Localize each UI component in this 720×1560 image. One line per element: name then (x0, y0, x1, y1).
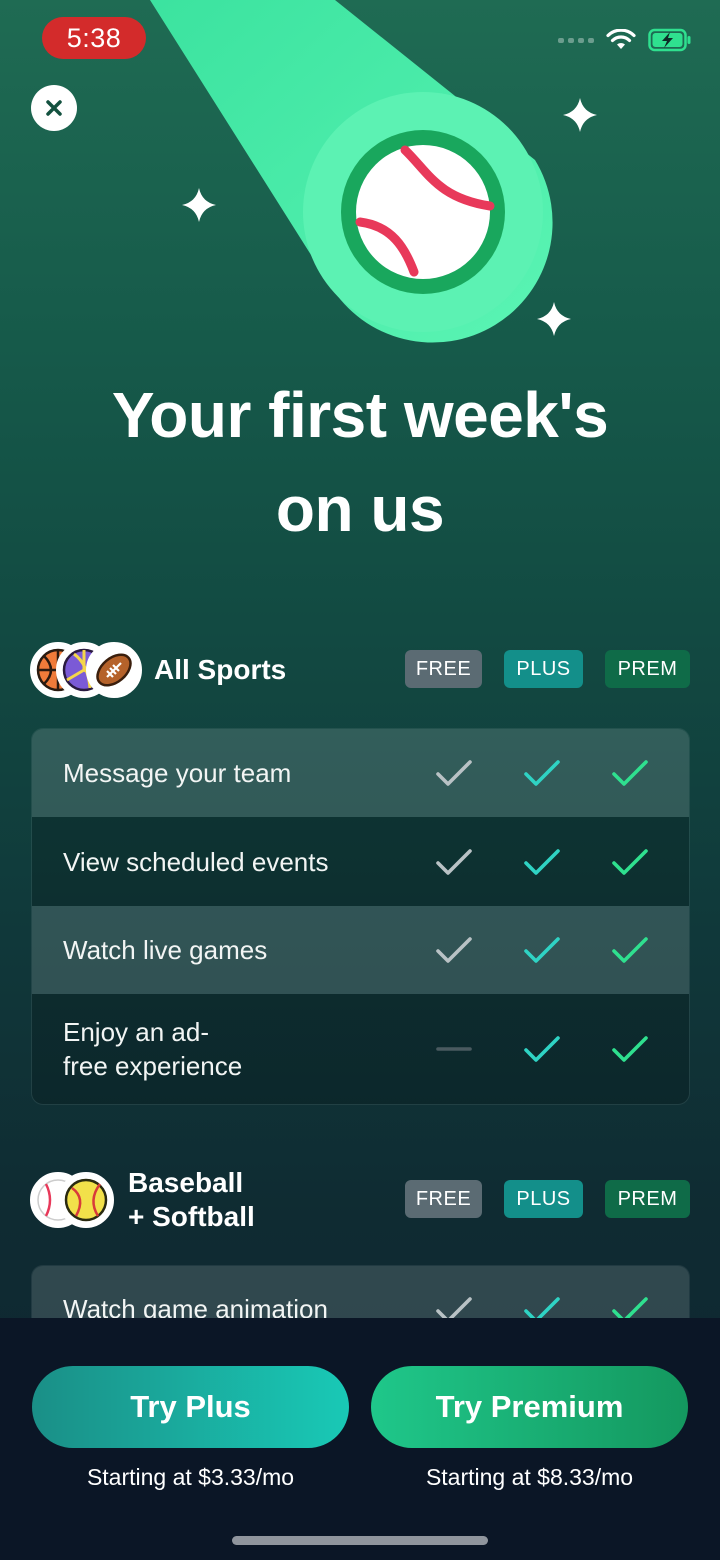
tier-badges: FREE PLUS PREM (405, 650, 690, 688)
check-icon (436, 937, 472, 963)
check-icon (612, 937, 648, 963)
badge-free: FREE (405, 1180, 482, 1218)
close-button[interactable] (31, 85, 77, 131)
football-icon (86, 642, 142, 698)
plus-price-text: Starting at $3.33/mo (86, 1464, 295, 1490)
check-icon (612, 760, 648, 786)
feature-table-baseball-softball: Watch game animation (31, 1265, 690, 1318)
badge-free: FREE (405, 650, 482, 688)
feature-label: Message your team (63, 758, 292, 788)
comet-baseball-illustration (150, 0, 597, 343)
section-title: Baseball + Softball (128, 1166, 255, 1234)
table-row: Watch live games (32, 906, 689, 994)
softball-icon (58, 1172, 114, 1228)
close-icon (46, 100, 62, 116)
section-title-line1: Baseball (128, 1167, 244, 1198)
page-title-line1: Your first week's (111, 379, 609, 451)
feature-label-line1: Enjoy an ad- (63, 1017, 209, 1047)
bottom-cta-bar: Try Plus Try Premium Starting at $3.33/m… (0, 1318, 720, 1560)
check-icon (436, 760, 472, 786)
check-icon (524, 848, 560, 875)
check-icon (612, 1297, 648, 1318)
page-title-line2: on us (275, 473, 445, 545)
check-icon (612, 1036, 648, 1062)
feature-label: Enjoy an ad- free experience (63, 1015, 242, 1083)
badge-plus: PLUS (504, 650, 583, 688)
try-plus-button[interactable]: Try Plus (32, 1366, 349, 1448)
page-title: Your first week's on us (0, 368, 720, 556)
check-icon (524, 760, 560, 786)
dash-icon (436, 1047, 472, 1051)
tier-badges: FREE PLUS PREM (405, 1180, 690, 1218)
check-icon (524, 1036, 560, 1062)
badge-prem: PREM (605, 650, 690, 688)
premium-price-text: Starting at $8.33/mo (425, 1464, 634, 1490)
feature-label: Watch live games (63, 935, 268, 965)
section-header-all-sports: All Sports FREE PLUS PREM (30, 640, 690, 700)
section-header-baseball-softball: Baseball + Softball FREE PLUS PREM (30, 1167, 690, 1232)
badge-plus: PLUS (504, 1180, 583, 1218)
home-indicator[interactable] (232, 1536, 488, 1545)
section-title: All Sports (154, 654, 287, 685)
check-icon (524, 1297, 560, 1318)
sport-icons-group (30, 642, 142, 698)
table-row: Watch game animation (32, 1266, 689, 1318)
check-icon (612, 848, 648, 875)
sport-icons-group (30, 1172, 114, 1228)
check-icon (436, 1297, 472, 1318)
section-title-line2: + Softball (128, 1201, 255, 1232)
badge-prem: PREM (605, 1180, 690, 1218)
feature-label-line2: free experience (63, 1051, 243, 1081)
table-row: View scheduled events (32, 817, 689, 906)
feature-table-all-sports: Message your team View scheduled events … (31, 728, 690, 1105)
table-row: Message your team (32, 729, 689, 817)
check-icon (524, 937, 560, 963)
feature-label: View scheduled events (63, 846, 329, 877)
try-premium-button[interactable]: Try Premium (371, 1366, 688, 1448)
feature-label: Watch game animation (63, 1294, 328, 1318)
table-row: Enjoy an ad- free experience (32, 994, 689, 1104)
check-icon (436, 848, 472, 875)
